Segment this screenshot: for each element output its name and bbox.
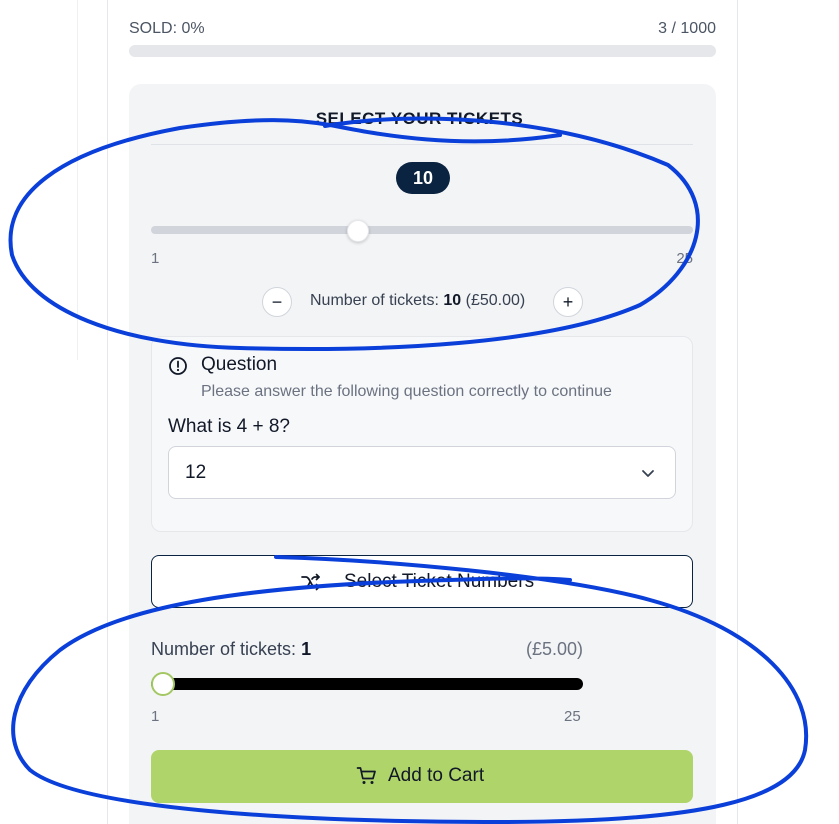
- select-ticket-numbers-label[interactable]: Select Ticket Numbers: [344, 571, 534, 593]
- alert-circle-icon: [169, 357, 187, 375]
- shuffle-icon: [301, 573, 320, 591]
- ticket-count-2-label: Number of tickets: 1: [151, 639, 311, 660]
- ticket-count-prefix: Number of tickets:: [310, 292, 439, 309]
- sold-percentage: SOLD: 0%: [129, 20, 205, 37]
- section-title: SELECT YOUR TICKETS: [315, 109, 524, 128]
- answer-select-value[interactable]: 12: [185, 462, 206, 484]
- ticket-slider-2-track[interactable]: [151, 678, 583, 690]
- sold-count: 3 / 1000: [658, 20, 716, 37]
- question-subtitle: Please answer the following question cor…: [201, 383, 612, 400]
- slider-2-max-label: 25: [564, 708, 581, 725]
- slider-min-label: 1: [151, 250, 160, 267]
- section-divider: [151, 144, 693, 145]
- background-divider: [77, 0, 78, 360]
- slider-max-label: 25: [676, 250, 693, 267]
- question-text: What is 4 + 8?: [168, 416, 290, 437]
- sold-progress-bar: [129, 45, 716, 57]
- ticket-count-2-value: 1: [301, 639, 312, 659]
- slider-2-min-label: 1: [151, 708, 160, 725]
- ticket-count-2-price: (£5.00): [525, 639, 583, 659]
- ticket-count-badge: 10: [396, 162, 450, 194]
- answer-select[interactable]: [168, 446, 676, 499]
- question-title: Question: [201, 354, 278, 375]
- ticket-slider-track[interactable]: [151, 226, 693, 234]
- ticket-count-text: Number of tickets: 10 (£50.00): [310, 292, 525, 310]
- add-to-cart-label[interactable]: Add to Cart: [388, 765, 484, 787]
- increment-button[interactable]: +: [553, 287, 583, 317]
- chevron-down-icon[interactable]: [640, 465, 656, 481]
- cart-icon: [356, 767, 376, 784]
- ticket-count-value: 10: [443, 292, 462, 309]
- ticket-slider-2-thumb[interactable]: [151, 672, 175, 696]
- ticket-count-price: (£50.00): [465, 292, 526, 309]
- decrement-button[interactable]: −: [262, 287, 292, 317]
- ticket-slider-thumb[interactable]: [346, 220, 369, 242]
- ticket-count-2-prefix: Number of tickets:: [151, 639, 297, 659]
